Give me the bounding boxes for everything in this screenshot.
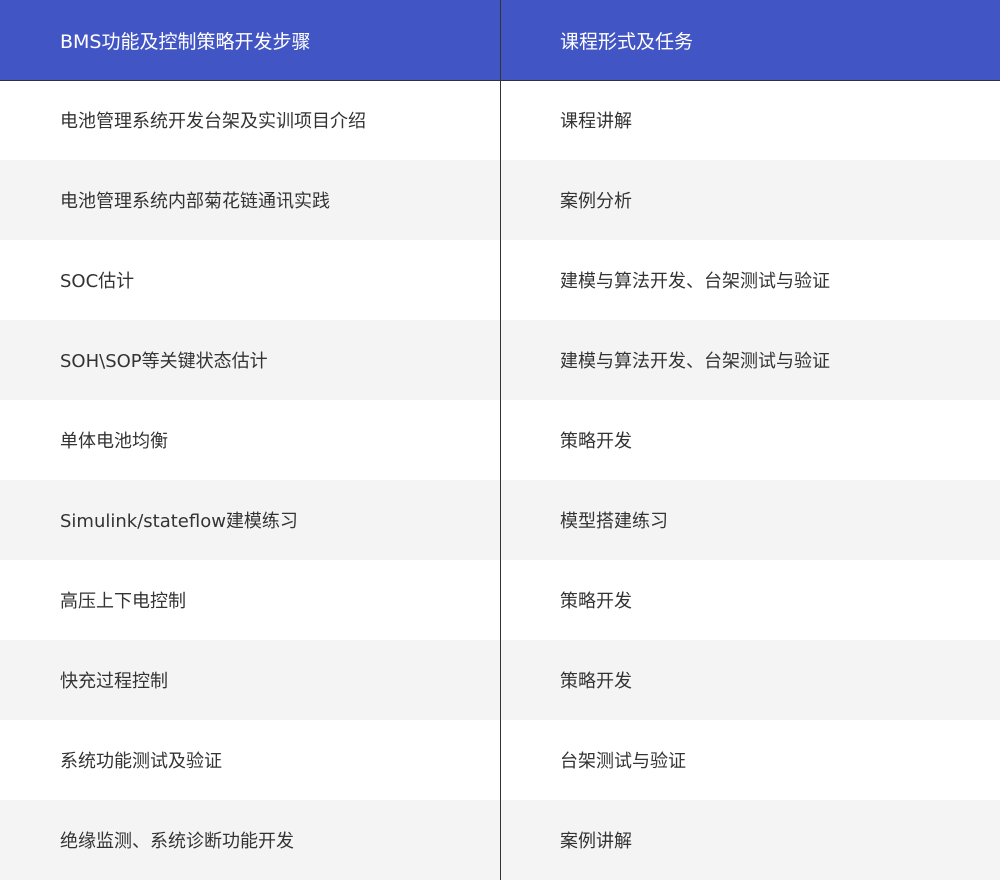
- form-cell: 台架测试与验证: [560, 751, 686, 772]
- form-cell: 策略开发: [560, 591, 632, 612]
- form-cell: 建模与算法开发、台架测试与验证: [560, 271, 830, 292]
- step-cell: 绝缘监测、系统诊断功能开发: [60, 831, 294, 852]
- form-cell: 案例分析: [560, 191, 632, 212]
- form-cell: 案例讲解: [560, 831, 632, 852]
- course-table: BMS功能及控制策略开发步骤 课程形式及任务 电池管理系统开发台架及实训项目介绍…: [0, 0, 1000, 880]
- step-cell: SOC估计: [60, 271, 135, 292]
- form-cell: 课程讲解: [560, 111, 632, 132]
- column-divider: [500, 0, 501, 880]
- form-cell: 模型搭建练习: [560, 511, 668, 532]
- step-cell: 高压上下电控制: [60, 591, 186, 612]
- form-cell: 策略开发: [560, 431, 632, 452]
- step-cell: 电池管理系统内部菊花链通讯实践: [60, 191, 330, 212]
- step-cell: 快充过程控制: [60, 671, 168, 692]
- form-cell: 策略开发: [560, 671, 632, 692]
- step-cell: 电池管理系统开发台架及实训项目介绍: [60, 111, 366, 132]
- step-cell: SOH\SOP等关键状态估计: [60, 351, 268, 372]
- step-cell: 系统功能测试及验证: [60, 751, 222, 772]
- header-col-steps: BMS功能及控制策略开发步骤: [60, 30, 311, 53]
- step-cell: 单体电池均衡: [60, 431, 168, 452]
- form-cell: 建模与算法开发、台架测试与验证: [560, 351, 830, 372]
- step-cell: Simulink/stateflow建模练习: [60, 511, 298, 532]
- header-divider: [0, 80, 1000, 81]
- header-col-course-form: 课程形式及任务: [560, 30, 694, 53]
